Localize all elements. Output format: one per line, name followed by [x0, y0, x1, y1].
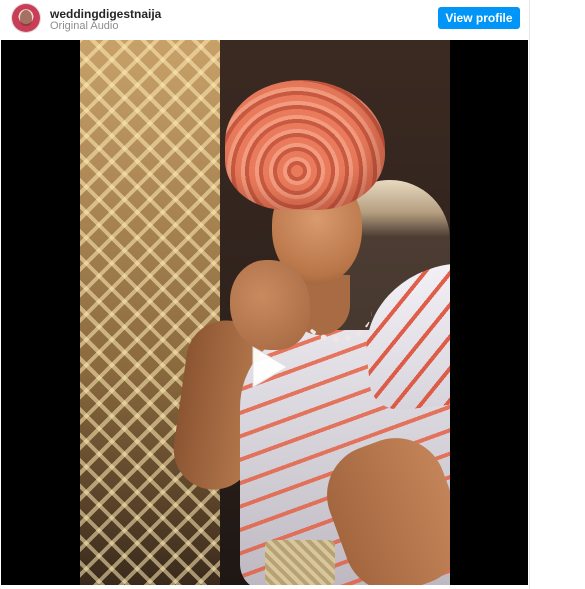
play-icon[interactable] — [243, 343, 291, 391]
audio-label[interactable]: Original Audio — [50, 20, 119, 32]
lattice-screen — [80, 40, 220, 585]
view-profile-button[interactable]: View profile — [438, 7, 520, 29]
username[interactable]: weddingdigestnaija — [50, 7, 161, 21]
footer-strip — [0, 585, 529, 589]
hand — [230, 260, 310, 350]
clutch-bag — [265, 540, 335, 585]
video-player[interactable] — [1, 40, 528, 585]
post-header: weddingdigestnaija Original Audio View p… — [0, 0, 529, 40]
instagram-embed: weddingdigestnaija Original Audio View p… — [0, 0, 530, 589]
avatar[interactable] — [12, 4, 40, 32]
head-wrap — [225, 80, 385, 210]
video-frame — [80, 40, 450, 585]
